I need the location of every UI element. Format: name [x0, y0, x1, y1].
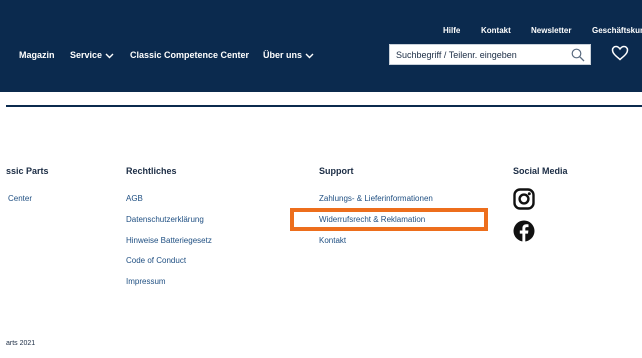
footer-heading-rechtliches: Rechtliches — [126, 166, 177, 176]
util-link-newsletter[interactable]: Newsletter — [531, 26, 571, 35]
header-bar: Hilfe Kontakt Newsletter Geschäftskun Ma… — [0, 0, 642, 92]
instagram-icon[interactable] — [513, 188, 535, 210]
footer-link-zahlungsinfo[interactable]: Zahlungs- & Lieferinformationen — [319, 194, 433, 203]
search-box — [389, 44, 591, 65]
facebook-icon[interactable] — [513, 220, 535, 242]
footer-link-kontakt[interactable]: Kontakt — [319, 236, 346, 245]
search-input[interactable] — [396, 48, 566, 62]
footer-heading-social-media: Social Media — [513, 166, 568, 176]
util-link-kontakt[interactable]: Kontakt — [481, 26, 511, 35]
nav-service-label: Service — [70, 50, 103, 60]
nav-classic-competence-center[interactable]: Classic Competence Center — [130, 50, 249, 60]
chevron-down-icon — [305, 53, 314, 58]
nav-ueber-uns[interactable]: Über uns — [263, 50, 314, 60]
footer-heading-classic-parts: ssic Parts — [6, 166, 49, 176]
util-link-hilfe[interactable]: Hilfe — [443, 26, 460, 35]
footer-link-center[interactable]: Center — [8, 194, 32, 203]
nav-ueber-uns-label: Über uns — [263, 50, 303, 60]
highlight-box — [290, 208, 488, 231]
footer-link-agb[interactable]: AGB — [126, 194, 143, 203]
chevron-down-icon — [105, 53, 114, 58]
nav-service[interactable]: Service — [70, 50, 114, 60]
nav-ccc-label: Classic Competence Center — [130, 50, 250, 60]
footer-link-code-of-conduct[interactable]: Code of Conduct — [126, 256, 186, 265]
search-icon[interactable] — [571, 48, 585, 62]
footer-link-batteriegesetz[interactable]: Hinweise Batteriegesetz — [126, 236, 212, 245]
wishlist-heart-icon[interactable] — [611, 45, 629, 61]
footer-link-datenschutz[interactable]: Datenschutzerklärung — [126, 215, 204, 224]
nav-magazin[interactable]: Magazin — [19, 50, 55, 60]
divider-line — [6, 105, 642, 107]
copyright-text: arts 2021 — [6, 340, 36, 347]
footer-heading-support: Support — [319, 166, 354, 176]
footer-link-impressum[interactable]: Impressum — [126, 277, 166, 286]
util-link-geschaeftskunden[interactable]: Geschäftskun — [592, 26, 642, 35]
nav-magazin-label: Magazin — [19, 50, 55, 60]
